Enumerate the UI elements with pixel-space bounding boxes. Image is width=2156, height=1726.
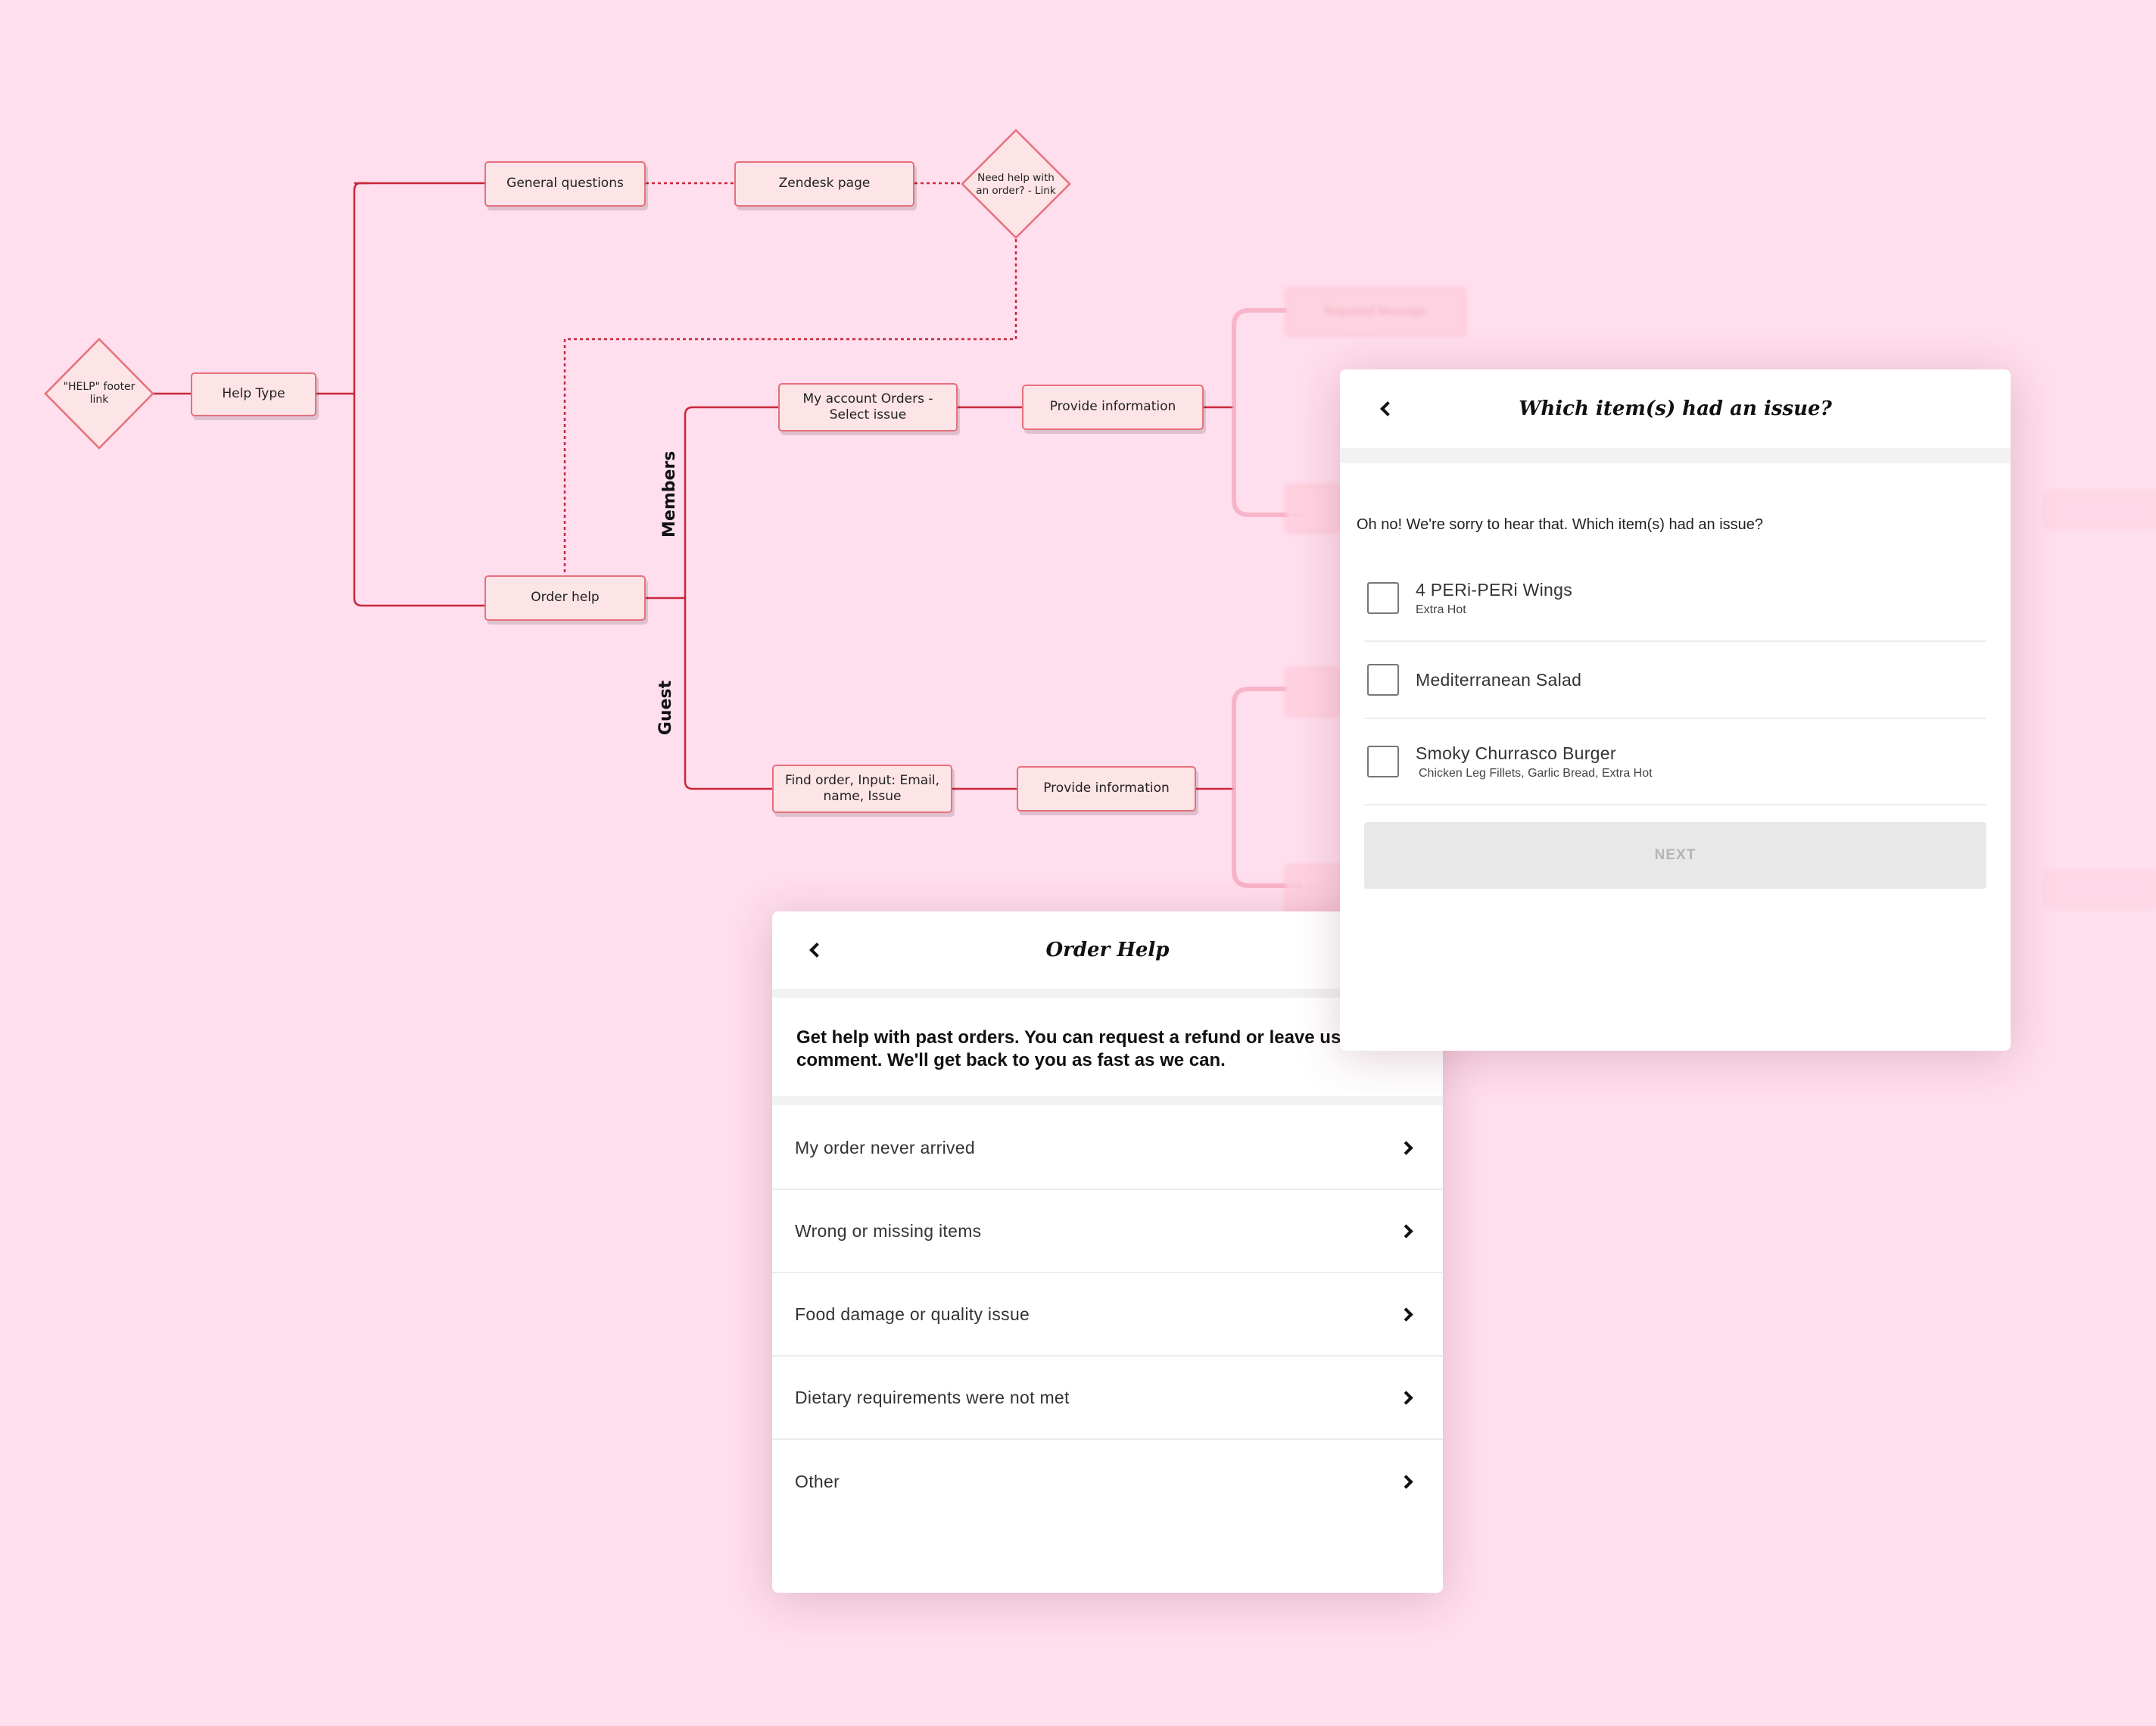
which-items-panel: Which item(s) had an issue? Oh no! We're… [1340, 369, 2011, 1051]
back-icon[interactable] [1380, 401, 1395, 416]
option-label: Dietary requirements were not met [795, 1387, 1070, 1407]
next-button[interactable]: NEXT [1364, 822, 1986, 889]
item-name: Smoky Churrasco Burger [1416, 743, 1616, 763]
chevron-right-icon [1399, 1140, 1413, 1155]
option-food-damage[interactable]: Food damage or quality issue [772, 1273, 1443, 1357]
option-other[interactable]: Other [772, 1440, 1443, 1523]
which-items-title: Which item(s) had an issue? [1519, 397, 1832, 420]
divider [772, 1096, 1443, 1105]
lane-label-members: Members [660, 450, 679, 537]
option-label: Wrong or missing items [795, 1220, 982, 1241]
order-help-options: My order never arrived Wrong or missing … [772, 1105, 1443, 1523]
general-questions-node: General questions [484, 161, 646, 207]
ghost-node-right-2 [2044, 871, 2156, 908]
order-help-node: Order help [484, 575, 646, 621]
item-detail: Chicken Leg Fillets, Garlic Bread, Extra… [1419, 766, 1653, 780]
help-type-node: Help Type [191, 372, 316, 416]
which-items-prompt: Oh no! We're sorry to hear that. Which i… [1357, 516, 1764, 533]
help-footer-link-node: "HELP" footer link [63, 380, 136, 407]
chevron-right-icon [1399, 1307, 1413, 1322]
need-help-link-node: Need help with an order? - Link [976, 172, 1056, 197]
item-row-wings[interactable]: 4 PERi-PERi Wings Extra Hot [1364, 556, 1986, 642]
option-order-never-arrived[interactable]: My order never arrived [772, 1107, 1443, 1190]
item-name: 4 PERi-PERi Wings [1416, 579, 1573, 600]
zendesk-page-node: Zendesk page [734, 161, 914, 207]
item-name: Mediterranean Salad [1416, 669, 1582, 690]
lane-label-guest: Guest [656, 680, 675, 736]
provide-information-members-node: Provide information [1022, 385, 1204, 430]
option-dietary-requirements[interactable]: Dietary requirements were not met [772, 1357, 1443, 1440]
item-checkbox[interactable] [1367, 582, 1399, 614]
chevron-right-icon [1399, 1390, 1413, 1405]
order-help-title: Order Help [1045, 939, 1170, 961]
my-account-node: My account Orders - Select issue [778, 383, 958, 432]
option-label: Food damage or quality issue [795, 1304, 1030, 1324]
back-icon[interactable] [809, 942, 824, 958]
item-detail: Extra Hot [1416, 603, 1466, 616]
find-order-node: Find order, Input: Email, name, Issue [772, 765, 952, 813]
provide-information-guest-node: Provide information [1017, 766, 1196, 812]
item-checkbox[interactable] [1367, 746, 1399, 777]
ghost-node-reported: Reported Message [1285, 288, 1466, 336]
ghost-node-right-1 [2044, 491, 2156, 528]
item-row-salad[interactable]: Mediterranean Salad [1364, 642, 1986, 719]
option-label: Other [795, 1471, 840, 1491]
item-list: 4 PERi-PERi Wings Extra Hot Mediterranea… [1364, 556, 1986, 889]
chevron-right-icon [1399, 1474, 1413, 1489]
divider [1340, 448, 2011, 463]
which-items-header: Which item(s) had an issue? [1340, 369, 2011, 448]
chevron-right-icon [1399, 1223, 1413, 1238]
option-wrong-or-missing-items[interactable]: Wrong or missing items [772, 1190, 1443, 1273]
option-label: My order never arrived [795, 1137, 975, 1157]
item-checkbox[interactable] [1367, 664, 1399, 696]
item-row-burger[interactable]: Smoky Churrasco Burger Chicken Leg Fille… [1364, 719, 1986, 805]
